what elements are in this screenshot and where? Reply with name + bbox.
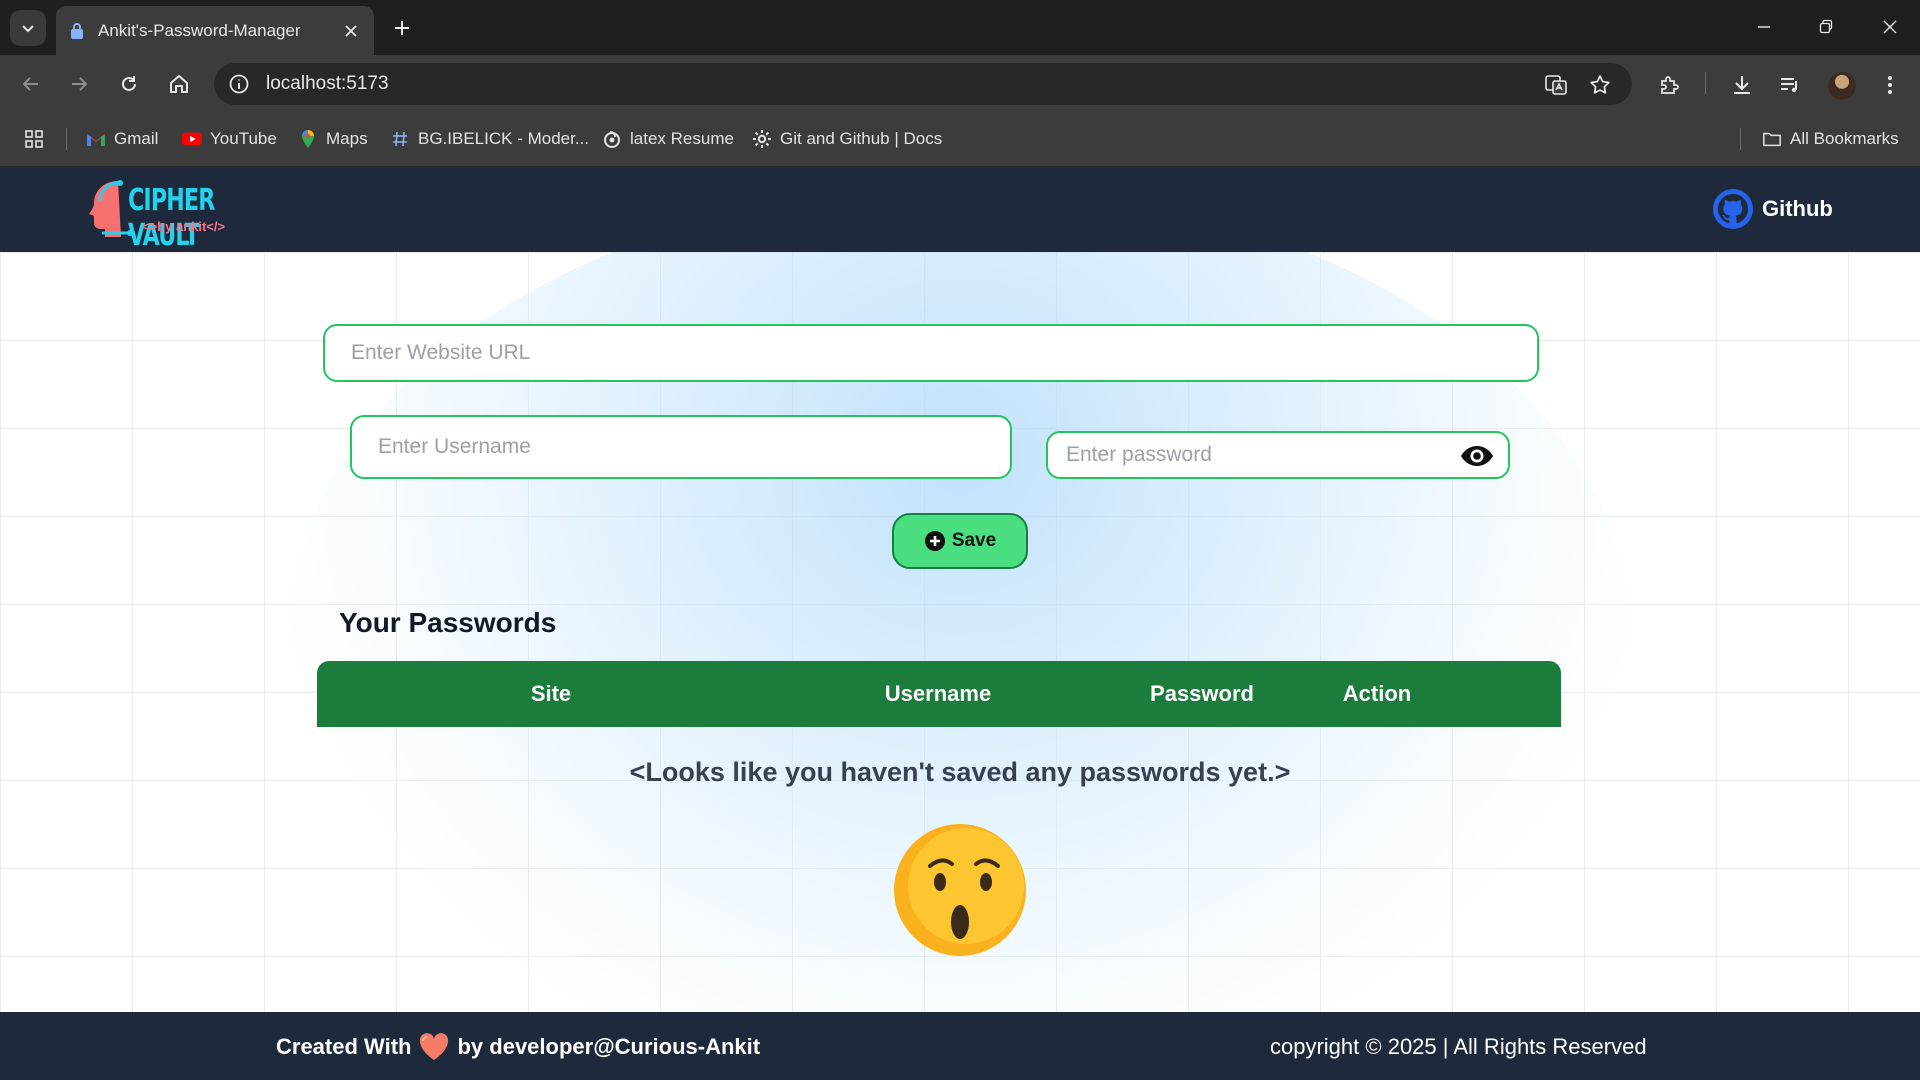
bookmarks-bar: Gmail YouTube Maps BG.IBELICK - Moder...…	[0, 111, 1920, 167]
gear-icon	[752, 129, 772, 149]
gmail-icon	[86, 129, 106, 149]
tab-search-button[interactable]	[10, 10, 46, 46]
more-vertical-icon	[1888, 76, 1892, 94]
close-icon	[1883, 20, 1897, 34]
back-button[interactable]	[16, 69, 46, 99]
browser-menu-button[interactable]	[1876, 71, 1904, 99]
save-label: Save	[951, 530, 997, 551]
active-tab[interactable]: Ankit's-Password-Manager	[56, 6, 374, 55]
page-viewport: CIPHER VAULT <>by ankit</> Github Enter …	[0, 167, 1920, 1080]
bookmark-maps[interactable]: Maps	[298, 125, 368, 153]
column-password: Password	[1150, 681, 1254, 706]
bookmark-youtube[interactable]: YouTube	[182, 125, 277, 153]
close-window-button[interactable]	[1872, 12, 1908, 42]
puzzle-icon	[1661, 76, 1679, 94]
plus-icon	[395, 21, 409, 35]
youtube-icon	[182, 129, 202, 149]
copyright-text: copyright © 2025 | All Rights Reserved	[1270, 1034, 1647, 1059]
plus-circle-icon	[924, 531, 945, 551]
translate-icon[interactable]	[1544, 73, 1568, 97]
apps-grid-icon	[25, 130, 43, 148]
bookmark-label: Gmail	[114, 129, 159, 148]
toolbar-divider	[1705, 72, 1706, 94]
browser-toolbar: localhost:5173	[0, 55, 1920, 111]
arrow-right-icon	[72, 77, 88, 91]
apps-button[interactable]	[24, 125, 44, 153]
input-placeholder: Enter password	[1066, 443, 1212, 466]
cipher-vault-logo[interactable]: CIPHER VAULT <>by ankit</>	[88, 177, 298, 253]
username-input[interactable]: Enter Username	[350, 415, 1012, 479]
surprised-face-icon	[894, 824, 1026, 956]
input-placeholder: Enter Username	[378, 435, 531, 458]
site-footer: Created With by developer@Curious-Ankit …	[0, 1012, 1920, 1080]
address-bar[interactable]: localhost:5173	[214, 63, 1632, 105]
column-site: Site	[530, 681, 572, 706]
lock-favicon-icon	[71, 22, 83, 39]
eye-icon[interactable]	[1460, 445, 1494, 467]
password-input[interactable]: Enter password	[1046, 431, 1510, 479]
extensions-button[interactable]	[1656, 71, 1684, 99]
home-icon	[170, 75, 188, 93]
downloads-button[interactable]	[1728, 71, 1756, 99]
chevron-down-icon	[22, 25, 34, 33]
bookmark-latex-resume[interactable]: latex Resume	[602, 125, 734, 153]
heart-icon	[420, 1033, 449, 1060]
site-navbar: CIPHER VAULT <>by ankit</> Github	[0, 167, 1920, 253]
bookmark-divider	[66, 128, 67, 150]
created-with-text: Created With	[276, 1034, 412, 1059]
bookmark-bg-ibelick[interactable]: BG.IBELICK - Moder...	[390, 125, 589, 153]
logo-subtitle: <>by ankit</>	[142, 219, 226, 234]
bookmark-divider	[1740, 128, 1741, 150]
minimize-icon	[1758, 26, 1770, 28]
all-bookmarks-button[interactable]: All Bookmarks	[1762, 125, 1899, 153]
empty-state-message: <Looks like you haven't saved any passwo…	[629, 757, 1291, 787]
input-placeholder: Enter Website URL	[351, 341, 531, 364]
home-button[interactable]	[164, 69, 194, 99]
bookmark-gmail[interactable]: Gmail	[86, 125, 158, 153]
reload-icon	[122, 76, 136, 91]
site-info-icon[interactable]	[228, 73, 250, 95]
star-icon[interactable]	[1588, 73, 1612, 97]
website-url-input[interactable]: Enter Website URL	[323, 324, 1539, 382]
github-link[interactable]: Github	[1712, 187, 1833, 231]
media-controls-button[interactable]	[1776, 71, 1804, 99]
profile-avatar[interactable]	[1828, 72, 1856, 100]
bookmark-label: Git and Github | Docs	[780, 129, 943, 148]
restore-button[interactable]	[1808, 12, 1844, 42]
github-label: Github	[1762, 196, 1833, 221]
your-passwords-heading: Your Passwords	[339, 607, 557, 638]
bookmark-label: YouTube	[210, 129, 277, 148]
bookmark-git-github-docs[interactable]: Git and Github | Docs	[752, 125, 942, 153]
url-text[interactable]: localhost:5173	[266, 73, 389, 95]
developer-credit: by developer@Curious-Ankit	[457, 1034, 761, 1059]
maps-icon	[298, 129, 318, 149]
footer-credit: Created With by developer@Curious-Ankit	[276, 1032, 760, 1062]
tab-title: Ankit's-Password-Manager	[98, 20, 301, 40]
close-tab-icon[interactable]	[340, 20, 362, 42]
playlist-icon	[1781, 78, 1797, 93]
logo-title: CIPHER VAULT	[128, 183, 215, 253]
browser-tabstrip: Ankit's-Password-Manager	[0, 0, 1920, 55]
save-button[interactable]: Save	[892, 513, 1028, 569]
all-bookmarks-label: All Bookmarks	[1790, 129, 1899, 148]
arrow-left-icon	[22, 77, 38, 91]
passwords-table-header: Site Username Password Action	[317, 661, 1561, 727]
bookmark-label: BG.IBELICK - Moder...	[418, 129, 590, 148]
bookmark-label: Maps	[326, 129, 368, 148]
forward-button[interactable]	[64, 69, 94, 99]
restore-icon	[1819, 19, 1833, 34]
download-icon	[1734, 76, 1750, 94]
column-action: Action	[1342, 681, 1412, 706]
bookmark-label: latex Resume	[630, 129, 734, 148]
folder-icon	[1762, 129, 1782, 149]
hash-icon	[390, 129, 410, 149]
github-icon	[1713, 189, 1753, 229]
minimize-button[interactable]	[1746, 12, 1782, 42]
reload-button[interactable]	[114, 69, 144, 99]
new-tab-button[interactable]	[388, 14, 416, 42]
overleaf-icon	[602, 129, 622, 149]
column-username: Username	[884, 681, 992, 706]
